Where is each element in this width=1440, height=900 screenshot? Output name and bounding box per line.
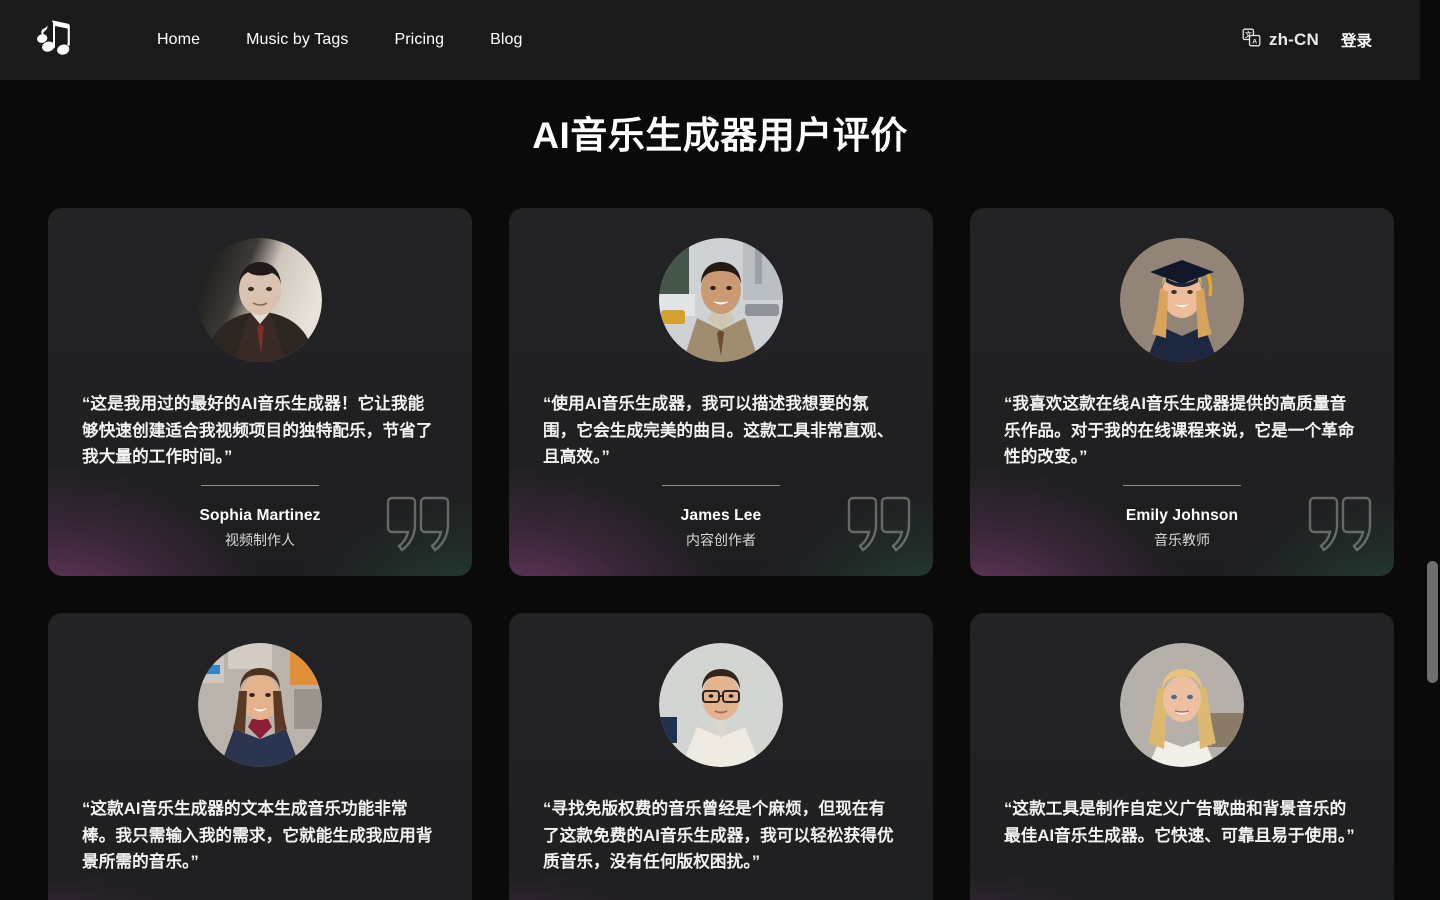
testimonial-card: “使用AI音乐生成器，我可以描述我想要的氛围，它会生成完美的曲目。这款工具非常直… — [509, 208, 933, 576]
testimonials-grid: “这是我用过的最好的AI音乐生成器！它让我能够快速创建适合我视频项目的独特配乐，… — [0, 208, 1440, 900]
top-navbar: Home Music by Tags Pricing Blog 文 A zh-C… — [0, 0, 1420, 80]
testimonial-quote: “我喜欢这款在线AI音乐生成器提供的高质量音乐作品。对于我的在线课程来说，它是一… — [1004, 394, 1355, 466]
testimonial-name: Sophia Martinez — [199, 507, 321, 524]
avatar-man-glasses — [659, 643, 783, 767]
page-scrollbar-thumb[interactable] — [1427, 561, 1438, 683]
nav-link-blog[interactable]: Blog — [467, 23, 545, 57]
testimonial-role: 视频制作人 — [225, 532, 295, 548]
testimonial-role: 内容创作者 — [686, 532, 756, 548]
footer-divider — [1123, 485, 1241, 486]
testimonial-footer: Emily Johnson 音乐教师 — [1004, 485, 1360, 576]
navbar-right-actions: 文 A zh-CN 登录 — [1232, 22, 1396, 58]
testimonial-card: “寻找免版权费的音乐曾经是个麻烦，但现在有了这款免费的AI音乐生成器，我可以轻松… — [509, 613, 933, 900]
nav-link-music-by-tags[interactable]: Music by Tags — [223, 23, 371, 57]
avatar-woman-street — [198, 643, 322, 767]
testimonial-card: “这款AI音乐生成器的文本生成音乐功能非常棒。我只需输入我的需求，它就能生成我应… — [48, 613, 472, 900]
avatar-man-tan-coat — [659, 238, 783, 362]
page-title: AI音乐生成器用户评价 — [532, 115, 908, 156]
testimonial-footer: Sophia Martinez 视频制作人 — [82, 485, 438, 576]
nav-link-home[interactable]: Home — [134, 23, 223, 57]
testimonial-quote: “寻找免版权费的音乐曾经是个麻烦，但现在有了这款免费的AI音乐生成器，我可以轻松… — [543, 799, 894, 871]
language-switcher[interactable]: 文 A zh-CN — [1232, 22, 1329, 58]
footer-divider — [662, 485, 780, 486]
testimonial-card: “这款工具是制作自定义广告歌曲和背景音乐的最佳AI音乐生成器。它快速、可靠且易于… — [970, 613, 1394, 900]
testimonial-role: 音乐教师 — [1154, 532, 1210, 548]
page-scrollbar-track[interactable] — [1425, 0, 1440, 900]
language-label: zh-CN — [1268, 30, 1319, 49]
login-button[interactable]: 登录 — [1329, 23, 1384, 57]
testimonial-quote: “使用AI音乐生成器，我可以描述我想要的氛围，它会生成完美的曲目。这款工具非常直… — [543, 394, 894, 466]
translate-icon: 文 A — [1242, 28, 1261, 52]
testimonial-name: James Lee — [680, 507, 762, 524]
music-note-logo[interactable] — [30, 14, 82, 66]
testimonial-card: “我喜欢这款在线AI音乐生成器提供的高质量音乐作品。对于我的在线课程来说，它是一… — [970, 208, 1394, 576]
primary-nav: Home Music by Tags Pricing Blog — [134, 23, 546, 57]
testimonial-name: Emily Johnson — [1125, 507, 1239, 524]
avatar-graduate-woman — [1120, 238, 1244, 362]
testimonial-card: “这是我用过的最好的AI音乐生成器！它让我能够快速创建适合我视频项目的独特配乐，… — [48, 208, 472, 576]
footer-divider — [201, 485, 319, 486]
testimonial-quote: “这款工具是制作自定义广告歌曲和背景音乐的最佳AI音乐生成器。它快速、可靠且易于… — [1004, 799, 1355, 845]
avatar-blonde-woman — [1120, 643, 1244, 767]
avatar-vintage-man — [198, 238, 322, 362]
testimonial-quote: “这款AI音乐生成器的文本生成音乐功能非常棒。我只需输入我的需求，它就能生成我应… — [82, 799, 433, 871]
nav-link-pricing[interactable]: Pricing — [371, 23, 467, 57]
testimonial-footer: James Lee 内容创作者 — [543, 485, 899, 576]
svg-text:A: A — [1252, 39, 1257, 46]
testimonial-quote: “这是我用过的最好的AI音乐生成器！它让我能够快速创建适合我视频项目的独特配乐，… — [82, 394, 433, 466]
